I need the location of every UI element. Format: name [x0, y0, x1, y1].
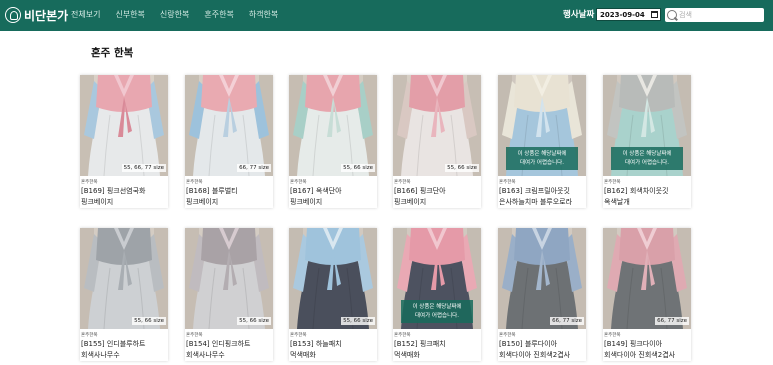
size-tag: 55, 66 size	[237, 317, 271, 325]
product-color: 옥색날개	[604, 198, 630, 206]
product-card[interactable]: 66, 77 size 혼주한복 [B168] 블루벌티핑크베이지	[185, 75, 273, 208]
product-photo[interactable]: 55, 66 size	[289, 228, 377, 329]
top-navigation-bar: 비단본가 전체보기 신부한복 신랑한복 혼주한복 하객한복 행사날짜 2023-…	[0, 0, 773, 31]
product-name: [B153] 하늘패치	[290, 340, 342, 348]
brand-logo[interactable]: 비단본가	[5, 6, 68, 24]
product-photo[interactable]: 66, 77 size	[603, 228, 691, 329]
product-color: 회색사나무수	[186, 351, 225, 359]
hanbok-illustration	[393, 75, 481, 176]
product-color: 먹색매화	[290, 351, 316, 359]
product-name: [B167] 옥색단아	[290, 187, 342, 195]
unavailable-overlay: 이 상품은 해당날짜에 대여가 어렵습니다.	[611, 147, 683, 170]
product-category: 혼주한복	[290, 333, 307, 338]
product-color: 핑크베이지	[81, 198, 114, 206]
product-color: 핑크베이지	[186, 198, 219, 206]
product-name: [B150] 블루다이아	[499, 340, 558, 348]
category-nav: 전체보기 신부한복 신랑한복 혼주한복 하객한복	[71, 9, 293, 22]
size-tag: 55, 66 size	[445, 164, 479, 172]
product-card[interactable]: 이 상품은 해당날짜에 대여가 어렵습니다. 혼주한복 [B152] 핑크패치먹색매…	[393, 228, 481, 361]
hanbok-illustration	[185, 75, 273, 176]
search-box	[665, 8, 764, 22]
unavailable-overlay: 이 상품은 해당날짜에 대여가 어렵습니다.	[401, 300, 473, 323]
product-card[interactable]: 66, 77 size 혼주한복 [B149] 핑크다이아회색다이아 진회색2겹사	[603, 228, 691, 361]
product-card[interactable]: 66, 77 size 혼주한복 [B150] 블루다이아회색다이아 진회색2겹사	[498, 228, 586, 361]
product-name: [B149] 핑크다이아	[604, 340, 663, 348]
product-category: 혼주한복	[604, 333, 621, 338]
product-category: 혼주한복	[81, 180, 98, 185]
unavailable-overlay: 이 상품은 해당날짜에 대여가 어렵습니다.	[506, 147, 578, 170]
hanbok-illustration	[289, 75, 377, 176]
product-name: [B155] 인디블루하트	[81, 340, 146, 348]
product-color: 회색다이아 진회색2겹사	[499, 351, 571, 359]
nav-item-guest[interactable]: 하객한복	[249, 9, 278, 22]
product-color: 핑크베이지	[290, 198, 323, 206]
hanbok-illustration	[185, 228, 273, 329]
size-tag: 55, 66 size	[132, 317, 166, 325]
product-name: [B169] 핑크선염국화	[81, 187, 146, 195]
size-tag: 66, 77 size	[550, 317, 584, 325]
product-card[interactable]: 55, 66 size 혼주한복 [B166] 핑크단아핑크베이지	[393, 75, 481, 208]
product-photo[interactable]: 55, 66 size	[80, 228, 168, 329]
product-category: 혼주한복	[186, 180, 203, 185]
product-photo[interactable]: 55, 66, 77 size	[80, 75, 168, 176]
product-category: 혼주한복	[394, 333, 411, 338]
size-tag: 55, 66 size	[341, 317, 375, 325]
product-color: 회색다이아 진회색2겹사	[604, 351, 676, 359]
hanbok-illustration	[603, 228, 691, 329]
product-photo[interactable]: 66, 77 size	[498, 228, 586, 329]
nav-item-bride[interactable]: 신부한복	[115, 9, 144, 22]
hanbok-illustration	[498, 228, 586, 329]
product-card[interactable]: 55, 66 size 혼주한복 [B155] 인디블루하트회색사나무수	[80, 228, 168, 361]
product-name: [B163] 크림프릴아웃깃	[499, 187, 570, 195]
product-name: [B152] 핑크패치	[394, 340, 446, 348]
nav-item-all[interactable]: 전체보기	[71, 9, 100, 22]
product-category: 혼주한복	[394, 180, 411, 185]
product-card[interactable]: 55, 66 size 혼주한복 [B153] 하늘패치먹색매화	[289, 228, 377, 361]
product-color: 먹색매화	[394, 351, 420, 359]
product-card[interactable]: 55, 66 size 혼주한복 [B154] 인디핑크하트회색사나무수	[185, 228, 273, 361]
product-color: 핑크베이지	[394, 198, 427, 206]
product-photo[interactable]: 55, 66 size	[393, 75, 481, 176]
product-category: 혼주한복	[499, 333, 516, 338]
product-name: [B154] 인디핑크하트	[186, 340, 251, 348]
product-category: 혼주한복	[186, 333, 203, 338]
size-tag: 66, 77 size	[237, 164, 271, 172]
nav-item-parents[interactable]: 혼주한복	[204, 9, 233, 22]
size-tag: 55, 66 size	[341, 164, 375, 172]
product-photo[interactable]: 이 상품은 해당날짜에 대여가 어렵습니다.	[603, 75, 691, 176]
product-card[interactable]: 이 상품은 해당날짜에 대여가 어렵습니다. 혼주한복 [B163] 크림프릴아웃깃…	[498, 75, 586, 208]
search-input[interactable]	[679, 9, 761, 21]
product-category: 혼주한복	[604, 180, 621, 185]
product-card[interactable]: 이 상품은 해당날짜에 대여가 어렵습니다. 혼주한복 [B162] 회색차이웃깃옥…	[603, 75, 691, 208]
size-tag: 55, 66, 77 size	[121, 164, 166, 172]
product-photo[interactable]: 이 상품은 해당날짜에 대여가 어렵습니다.	[393, 228, 481, 329]
product-photo[interactable]: 55, 66 size	[289, 75, 377, 176]
search-icon[interactable]	[666, 9, 678, 21]
calendar-icon[interactable]	[651, 11, 658, 18]
logo-icon	[5, 7, 21, 23]
product-card[interactable]: 55, 66 size 혼주한복 [B167] 옥색단아핑크베이지	[289, 75, 377, 208]
product-photo[interactable]: 이 상품은 해당날짜에 대여가 어렵습니다.	[498, 75, 586, 176]
logo-text: 비단본가	[24, 8, 69, 23]
product-name: [B168] 블루벌티	[186, 187, 238, 195]
product-photo[interactable]: 66, 77 size	[185, 75, 273, 176]
nav-item-groom[interactable]: 신랑한복	[160, 9, 189, 22]
event-date-input[interactable]: 2023-09-04	[596, 8, 661, 21]
page-title: 혼주 한복	[91, 47, 134, 59]
product-category: 혼주한복	[81, 333, 98, 338]
event-date-value: 2023-09-04	[600, 11, 645, 19]
product-category: 혼주한복	[290, 180, 307, 185]
product-name: [B162] 회색차이웃깃	[604, 187, 669, 195]
hanbok-illustration	[80, 228, 168, 329]
product-name: [B166] 핑크단아	[394, 187, 446, 195]
product-color: 회색사나무수	[81, 351, 120, 359]
event-date-label: 행사날짜	[563, 10, 595, 20]
hanbok-illustration	[80, 75, 168, 176]
product-card[interactable]: 55, 66, 77 size 혼주한복 [B169] 핑크선염국화핑크베이지	[80, 75, 168, 208]
product-color: 은사하늘치마 블루오로라	[499, 198, 573, 206]
size-tag: 66, 77 size	[655, 317, 689, 325]
hanbok-illustration	[289, 228, 377, 329]
product-category: 혼주한복	[499, 180, 516, 185]
product-photo[interactable]: 55, 66 size	[185, 228, 273, 329]
